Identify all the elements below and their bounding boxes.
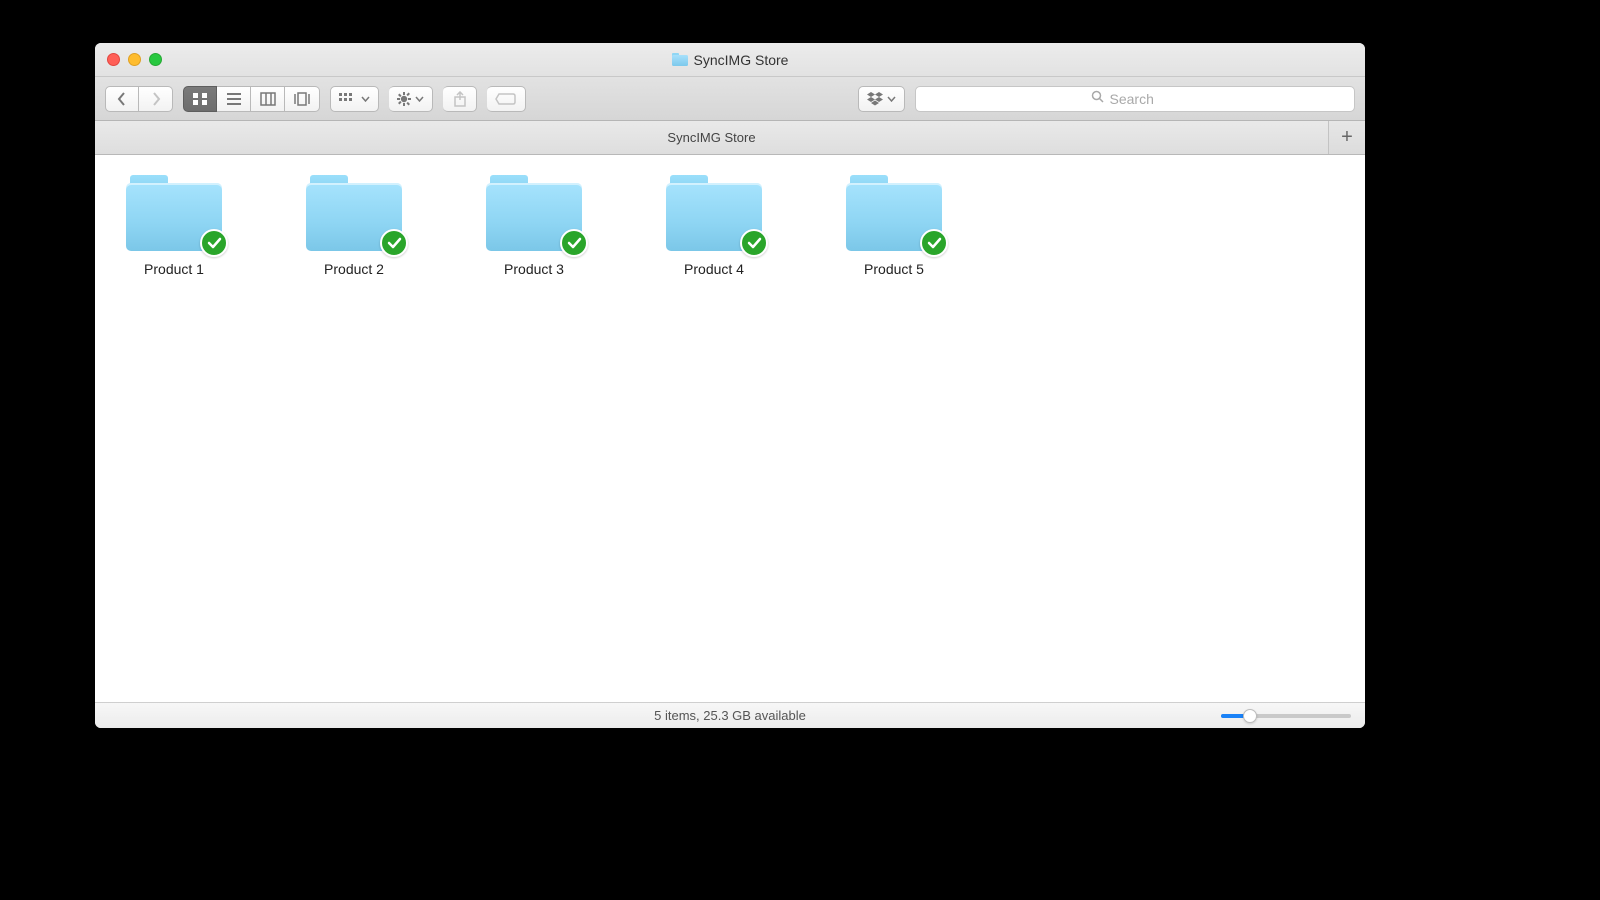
back-button[interactable] — [105, 86, 139, 112]
dropbox-button[interactable] — [858, 86, 905, 112]
list-view-button[interactable] — [217, 86, 251, 112]
coverflow-view-button[interactable] — [285, 86, 320, 112]
folder-label: Product 1 — [144, 261, 204, 277]
sync-check-icon — [920, 229, 948, 257]
sync-check-icon — [200, 229, 228, 257]
status-text: 5 items, 25.3 GB available — [654, 708, 806, 723]
folder-label: Product 5 — [864, 261, 924, 277]
chevron-down-icon — [361, 96, 370, 102]
view-buttons — [183, 86, 320, 112]
search-field[interactable] — [915, 86, 1355, 112]
folder-icon — [666, 175, 762, 251]
finder-window: SyncIMG Store — [95, 43, 1365, 728]
folder-item[interactable]: Product 5 — [839, 175, 949, 277]
file-grid[interactable]: Product 1 Product 2 Product 3 Product 4 Prod… — [95, 155, 1365, 702]
titlebar: SyncIMG Store — [95, 43, 1365, 77]
search-icon — [1091, 90, 1104, 108]
folder-item[interactable]: Product 1 — [119, 175, 229, 277]
sync-check-icon — [740, 229, 768, 257]
search-input[interactable] — [1110, 91, 1180, 107]
folder-item[interactable]: Product 2 — [299, 175, 409, 277]
chevron-down-icon — [887, 96, 896, 102]
minimize-button[interactable] — [128, 53, 141, 66]
chevron-down-icon — [415, 96, 424, 102]
tags-button[interactable] — [487, 86, 526, 112]
arrange-button[interactable] — [330, 86, 379, 112]
icon-view-button[interactable] — [183, 86, 217, 112]
zoom-slider[interactable] — [1221, 714, 1351, 718]
folder-label: Product 3 — [504, 261, 564, 277]
close-button[interactable] — [107, 53, 120, 66]
tab-label: SyncIMG Store — [667, 130, 755, 145]
plus-icon: + — [1341, 126, 1353, 149]
share-button[interactable] — [443, 86, 477, 112]
folder-icon — [486, 175, 582, 251]
folder-item[interactable]: Product 4 — [659, 175, 769, 277]
new-tab-button[interactable]: + — [1329, 121, 1365, 154]
forward-button[interactable] — [139, 86, 173, 112]
maximize-button[interactable] — [149, 53, 162, 66]
folder-item[interactable]: Product 3 — [479, 175, 589, 277]
action-button[interactable] — [389, 86, 433, 112]
folder-icon — [672, 53, 688, 66]
window-title: SyncIMG Store — [95, 52, 1365, 68]
folder-label: Product 2 — [324, 261, 384, 277]
status-bar: 5 items, 25.3 GB available — [95, 702, 1365, 728]
folder-icon — [846, 175, 942, 251]
tab-bar: SyncIMG Store + — [95, 121, 1365, 155]
window-title-text: SyncIMG Store — [694, 52, 789, 68]
nav-buttons — [105, 86, 173, 112]
zoom-slider-thumb[interactable] — [1243, 709, 1257, 723]
folder-label: Product 4 — [684, 261, 744, 277]
tab-current[interactable]: SyncIMG Store — [95, 121, 1329, 154]
column-view-button[interactable] — [251, 86, 285, 112]
folder-icon — [306, 175, 402, 251]
folder-icon — [126, 175, 222, 251]
window-controls — [107, 53, 162, 66]
toolbar — [95, 77, 1365, 121]
sync-check-icon — [560, 229, 588, 257]
sync-check-icon — [380, 229, 408, 257]
